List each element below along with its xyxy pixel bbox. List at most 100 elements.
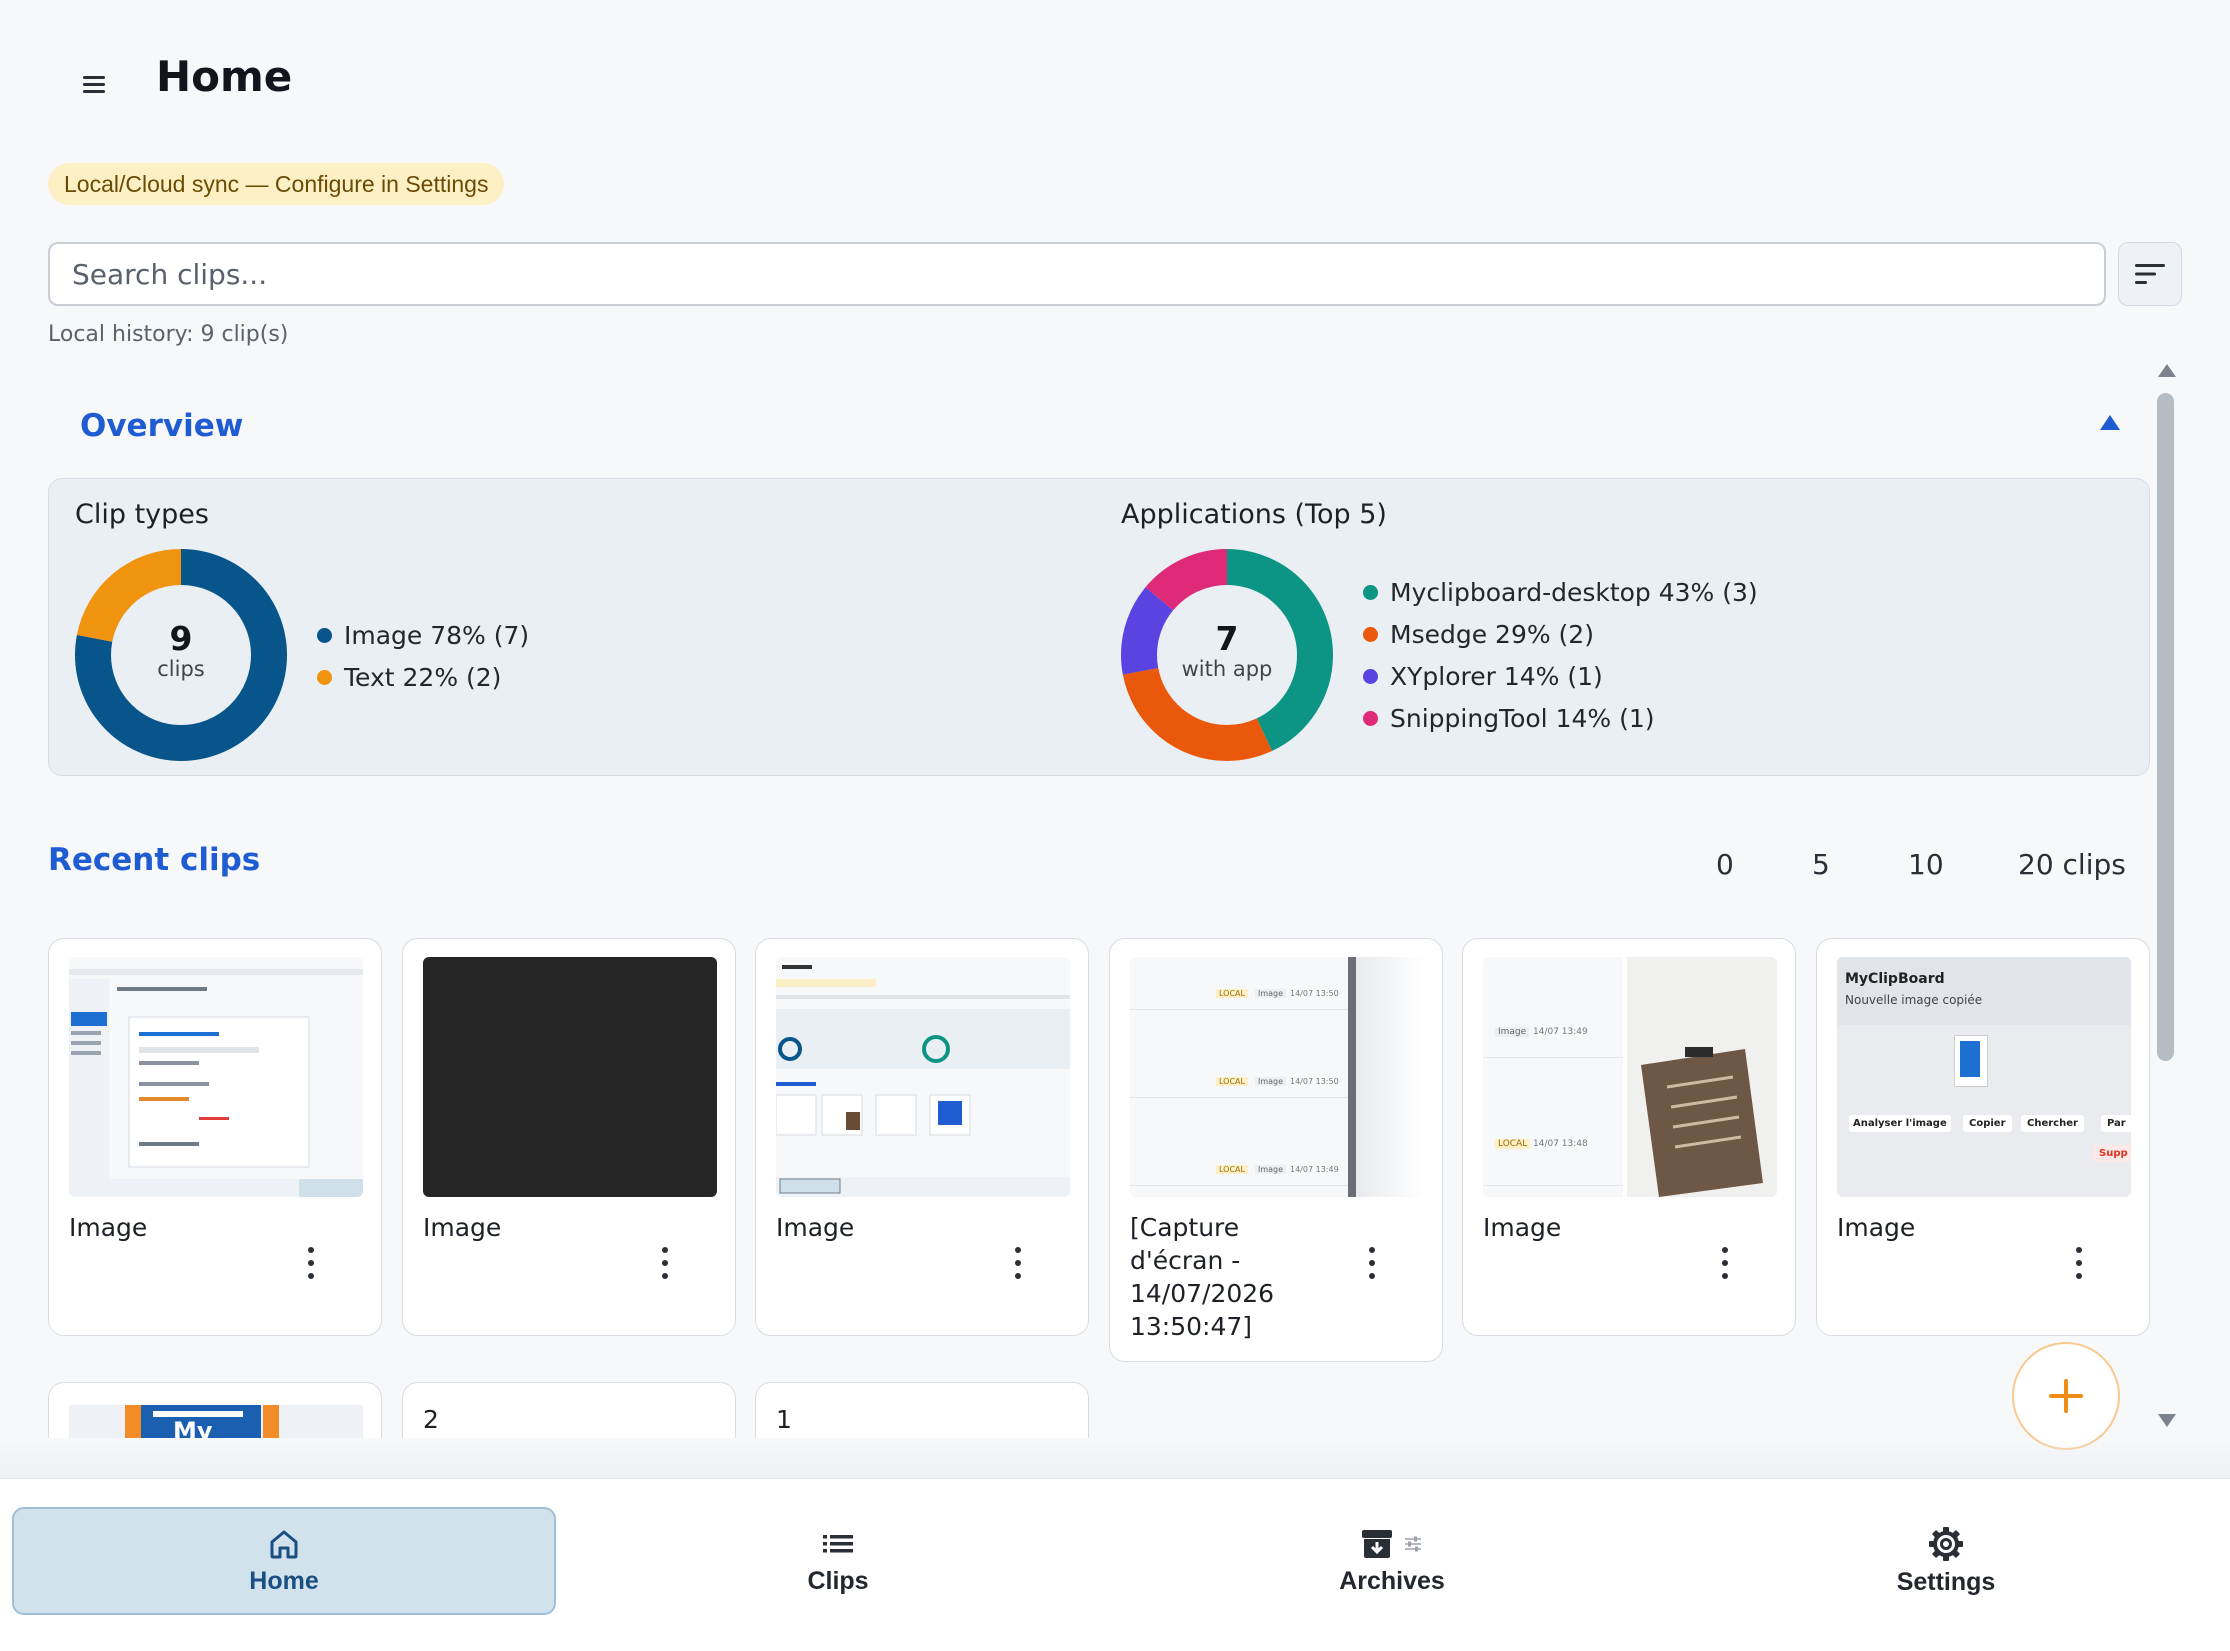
nav-home-label: Home [249, 1566, 319, 1595]
nav-archives[interactable]: Archives [1120, 1507, 1664, 1615]
nav-archives-label: Archives [1339, 1566, 1445, 1595]
type-tag: Image [1255, 1077, 1287, 1086]
count-option-10[interactable]: 10 [1908, 848, 1944, 881]
applications-legend-dot [1363, 668, 1378, 684]
clip-types-title: Clip types [75, 499, 209, 530]
nav-home[interactable]: Home [12, 1507, 556, 1615]
applications-legend-label: Msedge 29% (2) [1390, 619, 1594, 649]
analyze-image-button: Analyser l'image [1849, 1115, 1951, 1132]
menu-button[interactable] [62, 56, 126, 112]
recent-clips-title: Recent clips [48, 842, 261, 878]
more-options-icon[interactable] [1008, 1245, 1028, 1281]
type-tag: Image [1255, 989, 1287, 998]
more-options-icon[interactable] [1362, 1245, 1382, 1281]
clip-types-total: 9 [169, 619, 193, 658]
collapse-toggle-icon[interactable] [2100, 415, 2120, 430]
clip-types-legend-label: Image 78% (7) [344, 620, 530, 650]
clip-card[interactable]: MyClipBoard Nouvelle image copiée Analys… [1816, 938, 2150, 1336]
clip-card[interactable]: 2 [402, 1382, 736, 1438]
clip-card[interactable]: My [48, 1382, 382, 1438]
history-count: Local history: 9 clip(s) [48, 322, 289, 347]
thumb-logo-text: My [173, 1417, 213, 1438]
applications-legend-dot [1363, 710, 1378, 726]
clip-thumbnail [69, 957, 363, 1197]
more-options-icon[interactable] [2069, 1245, 2089, 1281]
share-button: Par [2101, 1115, 2131, 1132]
notification-message: Nouvelle image copiée [1845, 993, 1983, 1007]
clip-card[interactable]: Image [402, 938, 736, 1336]
type-tag: Image [1495, 1027, 1530, 1037]
overview-panel: Clip types 9 clips Image 78% (7) Text 22%… [48, 478, 2150, 776]
clip-types-legend-dot [317, 627, 332, 643]
bottom-fade [0, 1438, 2230, 1478]
applications-center: 7 with app [1122, 621, 1332, 682]
scrollbar-thumb[interactable] [2157, 393, 2174, 1061]
sliders-icon [1405, 1536, 1421, 1551]
clip-thumbnail: LOCAL Image 14/07 13:50 LOCAL Image 14/0… [1130, 957, 1424, 1197]
list-icon [823, 1534, 853, 1552]
clip-card[interactable]: Image [755, 938, 1089, 1336]
clip-thumbnail [423, 957, 717, 1197]
scroll-up-arrow[interactable] [2158, 364, 2176, 377]
applications-legend-item: Myclipboard-desktop 43% (3) [1363, 571, 1758, 613]
recent-clips-row-2: My 2 1 [0, 1378, 2150, 1438]
bottom-navigation: Home Clips Archives Settings [0, 1478, 2230, 1651]
thumb-time: 14/07 13:50 [1290, 989, 1339, 998]
search-button: Chercher [2021, 1115, 2084, 1132]
sort-filter-button[interactable] [2118, 242, 2182, 306]
clip-label: [Capture d'écran - 14/07/2026 13:50:47] [1130, 1213, 1275, 1341]
clip-card[interactable]: Image 14/07 13:49 LOCAL 14/07 13:48 Imag… [1462, 938, 1796, 1336]
clip-card[interactable]: LOCAL Image 14/07 13:50 LOCAL Image 14/0… [1109, 938, 1443, 1362]
more-options-icon[interactable] [301, 1245, 321, 1281]
sort-icon [2135, 264, 2165, 284]
clip-types-legend-item: Image 78% (7) [317, 614, 529, 656]
nav-clips[interactable]: Clips [566, 1507, 1110, 1615]
page-title: Home [156, 52, 293, 101]
more-options-icon[interactable] [655, 1245, 675, 1281]
nav-clips-label: Clips [807, 1566, 869, 1595]
clip-types-legend-item: Text 22% (2) [317, 656, 529, 698]
home-icon [270, 1530, 298, 1558]
count-option-5[interactable]: 5 [1812, 848, 1830, 881]
applications-legend-dot [1363, 626, 1378, 642]
archive-icon [1362, 1529, 1392, 1558]
applications-legend-item: Msedge 29% (2) [1363, 613, 1758, 655]
clip-label: Image [1483, 1213, 1562, 1242]
type-tag: Image [1255, 1165, 1287, 1174]
clip-types-center-label: clips [157, 657, 205, 681]
applications-legend-label: Myclipboard-desktop 43% (3) [1390, 577, 1758, 607]
hamburger-menu-icon [83, 76, 105, 93]
clip-card[interactable]: 1 [755, 1382, 1089, 1438]
clip-card[interactable]: Image [48, 938, 382, 1336]
local-tag: LOCAL [1216, 1077, 1248, 1086]
clip-types-center: 9 clips [76, 619, 286, 682]
clip-label: Image [1837, 1213, 1916, 1242]
clip-thumbnail: Image 14/07 13:49 LOCAL 14/07 13:48 [1483, 957, 1777, 1197]
search-field[interactable] [48, 242, 2106, 306]
local-tag: LOCAL [1216, 1165, 1248, 1174]
clip-label: Image [69, 1213, 148, 1242]
thumb-time: 14/07 13:49 [1290, 1165, 1339, 1174]
gear-icon [1929, 1526, 1963, 1561]
count-option-0[interactable]: 0 [1716, 848, 1734, 881]
clip-label: 2 [423, 1405, 439, 1434]
clip-thumbnail [776, 957, 1070, 1197]
more-options-icon[interactable] [1715, 1245, 1735, 1281]
local-tag: LOCAL [1216, 989, 1248, 998]
count-option-20[interactable]: 20 clips [2018, 848, 2126, 881]
sync-badge[interactable]: Local/Cloud sync — Configure in Settings [48, 163, 505, 205]
applications-legend-item: SnippingTool 14% (1) [1363, 697, 1758, 739]
nav-settings[interactable]: Settings [1674, 1507, 2218, 1615]
clip-thumbnail: MyClipBoard Nouvelle image copiée Analys… [1837, 957, 2131, 1197]
search-input[interactable] [70, 256, 2104, 292]
applications-legend-item: XYplorer 14% (1) [1363, 655, 1758, 697]
nav-settings-label: Settings [1896, 1567, 1996, 1596]
local-tag: LOCAL [1495, 1139, 1531, 1149]
scroll-down-arrow[interactable] [2158, 1414, 2176, 1427]
clip-types-legend-label: Text 22% (2) [344, 662, 502, 692]
notification-app-name: MyClipBoard [1845, 971, 1945, 987]
add-clip-button[interactable] [2012, 1342, 2120, 1450]
clip-label: 1 [776, 1405, 792, 1434]
applications-legend: Myclipboard-desktop 43% (3) Msedge 29% (2… [1363, 571, 1758, 739]
overview-title[interactable]: Overview [80, 408, 243, 444]
